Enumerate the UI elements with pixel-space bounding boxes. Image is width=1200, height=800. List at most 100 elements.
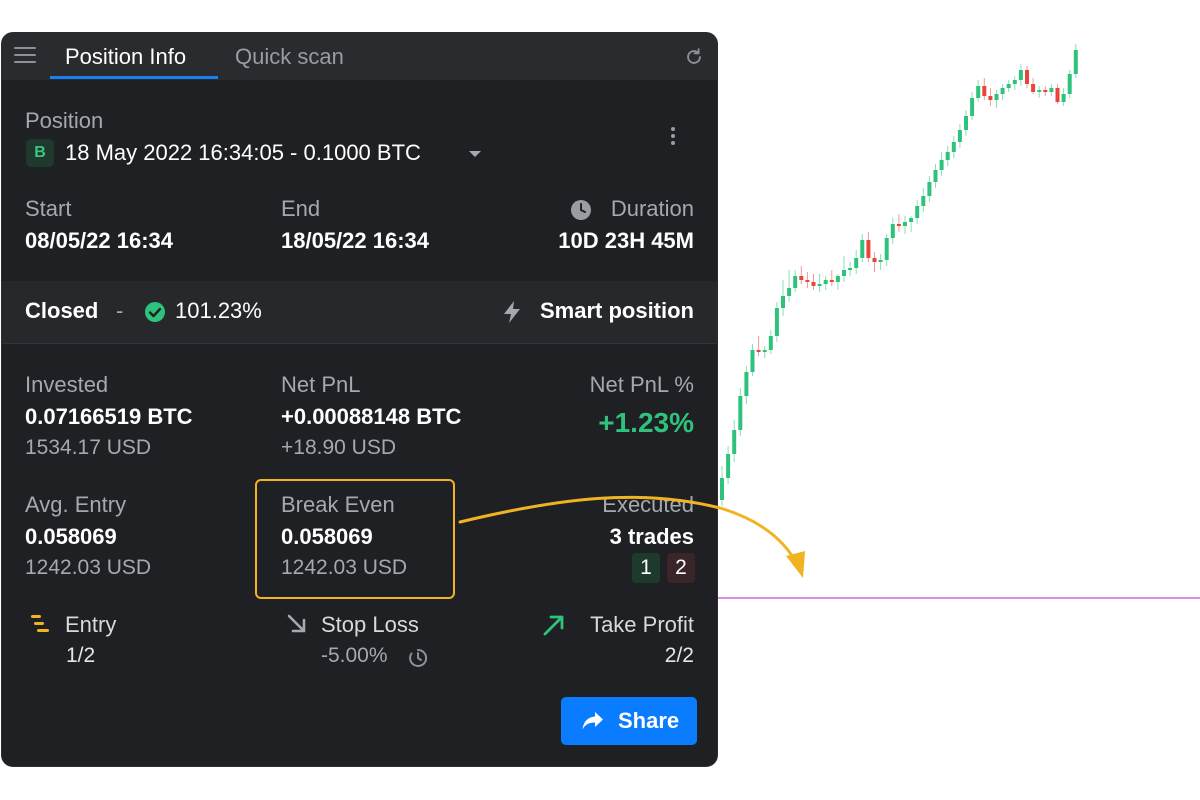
candle-down: [1025, 70, 1029, 84]
candle-up: [976, 86, 981, 98]
candle-up: [817, 284, 822, 286]
candle-up: [957, 130, 962, 142]
candle-up: [994, 94, 999, 100]
candle-down: [799, 276, 804, 280]
candle-up: [1018, 70, 1023, 80]
candle-up: [1073, 50, 1078, 74]
candle-up: [903, 222, 907, 226]
break-even-usd: 1242.03 USD: [281, 556, 408, 579]
duration-label: Duration: [610, 196, 694, 221]
candle-down: [756, 350, 761, 352]
arrow-down-right-icon: [287, 614, 306, 633]
executed-label: Executed: [602, 492, 694, 517]
candle-up: [1061, 94, 1066, 102]
candle-up: [787, 288, 792, 296]
candle-down: [982, 86, 987, 96]
net-pnl-percent-label: Net PnL %: [589, 372, 694, 397]
menu-icon[interactable]: [14, 47, 36, 67]
position-selector[interactable]: 18 May 2022 16:34:05 - 0.1000 BTC: [65, 140, 421, 166]
candle-down: [829, 280, 834, 282]
status-closed: Closed: [25, 298, 99, 323]
candle-up: [744, 372, 749, 396]
take-profit-label: Take Profit: [590, 612, 694, 637]
candle-up: [726, 454, 731, 478]
share-icon: [582, 712, 603, 730]
candle-up: [964, 116, 968, 130]
candle-up: [720, 478, 724, 500]
check-circle-icon: [145, 302, 165, 322]
candle-up: [970, 98, 975, 116]
break-even-value: 0.058069: [281, 524, 373, 549]
candle-up: [781, 296, 785, 308]
candle-up: [738, 396, 743, 430]
more-options-icon[interactable]: [666, 127, 680, 151]
timer-icon: [409, 648, 428, 667]
avg-entry-usd: 1242.03 USD: [25, 556, 152, 579]
position-status-bar: Closed - 101.23% Smart position: [2, 281, 717, 344]
invested-value: 0.07166519 BTC: [25, 404, 193, 429]
start-label: Start: [25, 196, 72, 221]
end-label: End: [281, 196, 321, 221]
candle-up: [848, 268, 853, 270]
buy-side-badge: B: [26, 139, 54, 167]
stop-loss-label: Stop Loss: [321, 612, 419, 637]
duration-value: 10D 23H 45M: [558, 228, 694, 253]
executed-buys-chip[interactable]: 1: [632, 553, 660, 583]
candle-up: [854, 258, 859, 268]
candle-up: [951, 142, 956, 152]
candle-up: [762, 350, 767, 352]
candle-up: [793, 276, 798, 288]
candle-up: [860, 240, 865, 258]
position-label: Position: [25, 108, 104, 133]
candle-up: [933, 170, 938, 182]
candle-up: [823, 280, 828, 284]
candle-up: [884, 238, 889, 260]
candle-down: [1031, 84, 1036, 92]
chevron-down-icon[interactable]: [468, 149, 482, 159]
candle-up: [915, 206, 920, 218]
end-value: 18/05/22 16:34: [281, 228, 430, 253]
candle-up: [890, 224, 895, 238]
candle-up: [842, 270, 846, 276]
take-profit-value: 2/2: [664, 644, 694, 667]
net-pnl-percent-value: +1.23%: [598, 407, 694, 438]
candle-up: [1012, 80, 1017, 84]
avg-entry-value: 0.058069: [25, 524, 117, 549]
active-tab-indicator: [50, 76, 218, 79]
candle-down: [1043, 90, 1048, 92]
start-value: 08/05/22 16:34: [25, 228, 174, 253]
candle-down: [866, 240, 871, 258]
candle-up: [1006, 84, 1011, 88]
share-label: Share: [618, 708, 680, 733]
candle-up: [732, 430, 737, 454]
candle-up: [1049, 88, 1054, 92]
candle-up: [945, 152, 950, 160]
candle-up: [878, 260, 883, 262]
tab-quick-scan[interactable]: Quick scan: [235, 33, 344, 80]
lightning-icon: [504, 301, 520, 323]
candle-down: [896, 224, 901, 226]
refresh-icon[interactable]: [683, 46, 705, 68]
position-info-panel: Position Info Quick scan Position B 18 M…: [1, 32, 718, 767]
share-button[interactable]: Share: [561, 697, 697, 745]
candle-down: [1055, 88, 1060, 102]
panel-header: Position Info Quick scan: [2, 33, 717, 80]
entry-label: Entry: [65, 612, 117, 637]
net-pnl-value: +0.00088148 BTC: [281, 404, 462, 429]
candle-up: [1037, 90, 1042, 92]
smart-position-label: Smart position: [539, 298, 694, 323]
candle-down: [988, 96, 993, 100]
break-even-label: Break Even: [281, 492, 395, 517]
candle-down: [811, 282, 816, 286]
net-pnl-usd: +18.90 USD: [281, 436, 396, 459]
candle-up: [768, 336, 773, 350]
executed-sells-chip[interactable]: 2: [667, 553, 695, 583]
status-separator: -: [116, 298, 124, 323]
entry-value: 1/2: [66, 644, 96, 667]
net-pnl-label: Net PnL: [281, 372, 361, 397]
clock-icon: [571, 200, 591, 220]
tab-position-info[interactable]: Position Info: [65, 33, 186, 80]
candle-up: [909, 218, 914, 222]
invested-label: Invested: [25, 372, 109, 397]
invested-usd: 1534.17 USD: [25, 436, 152, 459]
